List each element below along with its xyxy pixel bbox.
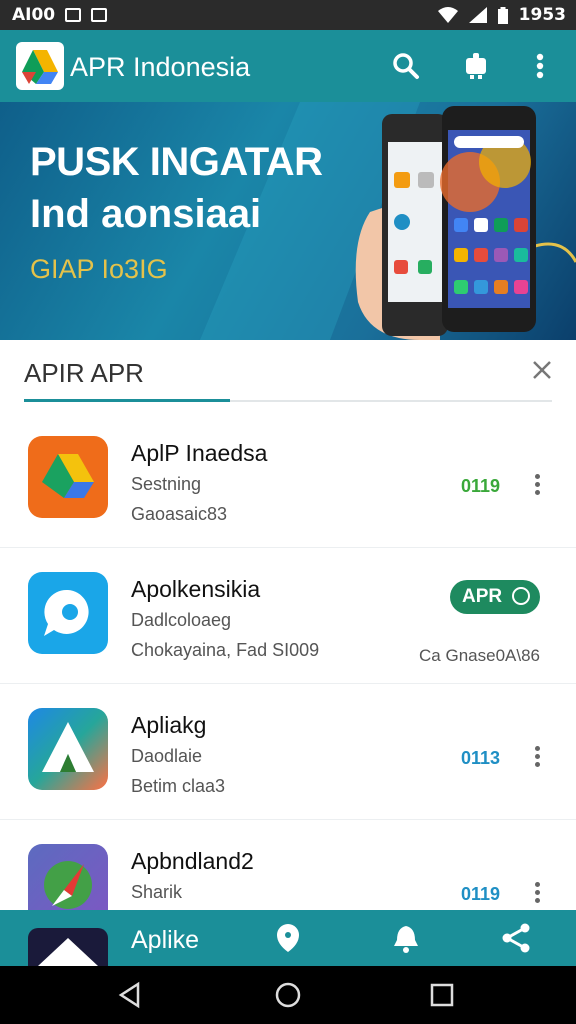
banner-headline-2: Ind aonsiaai: [30, 192, 262, 236]
recents-button[interactable]: [428, 981, 456, 1009]
app-icon-partial: [28, 928, 108, 966]
status-left-text: AI00: [12, 5, 56, 25]
share-icon: [502, 923, 530, 953]
banner-headline: PUSK INGATAR: [30, 140, 323, 184]
chat-bubble-icon: [44, 589, 89, 636]
system-navigation-bar: [0, 966, 576, 1024]
app-name: AplP Inaedsa: [131, 440, 268, 466]
list-item[interactable]: Apliakg Daodlaie Betim claa3 0113: [0, 684, 576, 820]
tab-indicator-active: [24, 399, 230, 402]
list-item[interactable]: AplP Inaedsa Sestning Gaoasaic83 0119: [0, 412, 576, 548]
drive-icon: [42, 454, 94, 498]
nav-notifications-button[interactable]: [390, 922, 422, 954]
bell-icon: [466, 53, 486, 79]
nav-share-button[interactable]: [500, 922, 532, 954]
app-bar: APR Indonesia: [0, 30, 576, 102]
status-time: 1953: [518, 5, 566, 25]
phones-illustration: [355, 106, 536, 340]
drive-logo-icon: [22, 50, 58, 84]
more-vert-icon: [536, 53, 544, 79]
panel-title: APIR APR: [24, 358, 144, 388]
list-item[interactable]: Apolkensikia Dadlcoloaeg Chokayaina, Fad…: [0, 548, 576, 684]
more-button[interactable]: [530, 744, 544, 770]
app-detail: Betim claa3: [131, 776, 226, 796]
panel-header: APIR APR: [0, 340, 576, 404]
message-icon: [91, 8, 108, 22]
location-pin-icon: [277, 924, 299, 952]
wifi-icon: [437, 7, 458, 23]
more-button[interactable]: [530, 472, 544, 498]
close-button[interactable]: [530, 358, 554, 382]
home-button[interactable]: [274, 981, 302, 1009]
notification-icon: [65, 8, 82, 22]
install-button-label: APR: [462, 586, 503, 607]
nav-location-button[interactable]: [272, 922, 304, 954]
install-button[interactable]: APR: [450, 580, 540, 614]
app-subtitle: Sharik: [131, 882, 183, 902]
app-name: Apliakg: [131, 712, 207, 738]
app-icon: [28, 708, 108, 790]
back-button[interactable]: [116, 981, 144, 1009]
app-detail: Chokayaina, Fad SI009: [131, 640, 320, 660]
app-value: 0119: [460, 476, 500, 496]
close-icon: [533, 361, 551, 379]
app-name: Apolkensikia: [131, 576, 261, 602]
app-value: 0119: [460, 884, 500, 904]
app-subtitle: Sestning: [131, 474, 202, 494]
app-value: 0113: [460, 748, 500, 768]
app-logo: [16, 42, 64, 90]
bottom-nav-label: Aplike: [131, 926, 200, 954]
bell-icon: [394, 926, 418, 953]
banner-tagline: GIAP Io3IG: [30, 254, 168, 284]
download-icon: [512, 587, 530, 605]
back-icon: [118, 981, 140, 1009]
search-icon: [393, 53, 419, 79]
more-button[interactable]: [530, 880, 544, 906]
app-icon: [28, 572, 108, 654]
notifications-button[interactable]: [458, 48, 494, 84]
app-extra-info: Ca Gnase0A\86: [419, 646, 540, 665]
promo-banner[interactable]: PUSK INGATAR Ind aonsiaai GIAP Io3IG: [0, 102, 576, 340]
battery-icon: [497, 6, 508, 24]
app-detail: Gaoasaic83: [131, 504, 228, 524]
roof-icon: [38, 938, 98, 966]
search-button[interactable]: [388, 48, 424, 84]
arrow-logo-icon: [42, 722, 94, 772]
status-bar: AI00 1953: [0, 0, 576, 30]
app-subtitle: Dadlcoloaeg: [131, 610, 232, 630]
app-title: APR Indonesia: [70, 52, 251, 82]
app-subtitle: Daodlaie: [131, 746, 203, 766]
app-icon: [28, 436, 108, 518]
recents-icon: [430, 983, 454, 1007]
bottom-navigation: Aplike: [0, 910, 576, 966]
tab-indicator-track: [24, 399, 552, 402]
signal-icon: [468, 7, 487, 23]
app-name: Apbndland2: [131, 848, 254, 874]
home-icon: [275, 982, 301, 1008]
overflow-menu-button[interactable]: [522, 48, 558, 84]
